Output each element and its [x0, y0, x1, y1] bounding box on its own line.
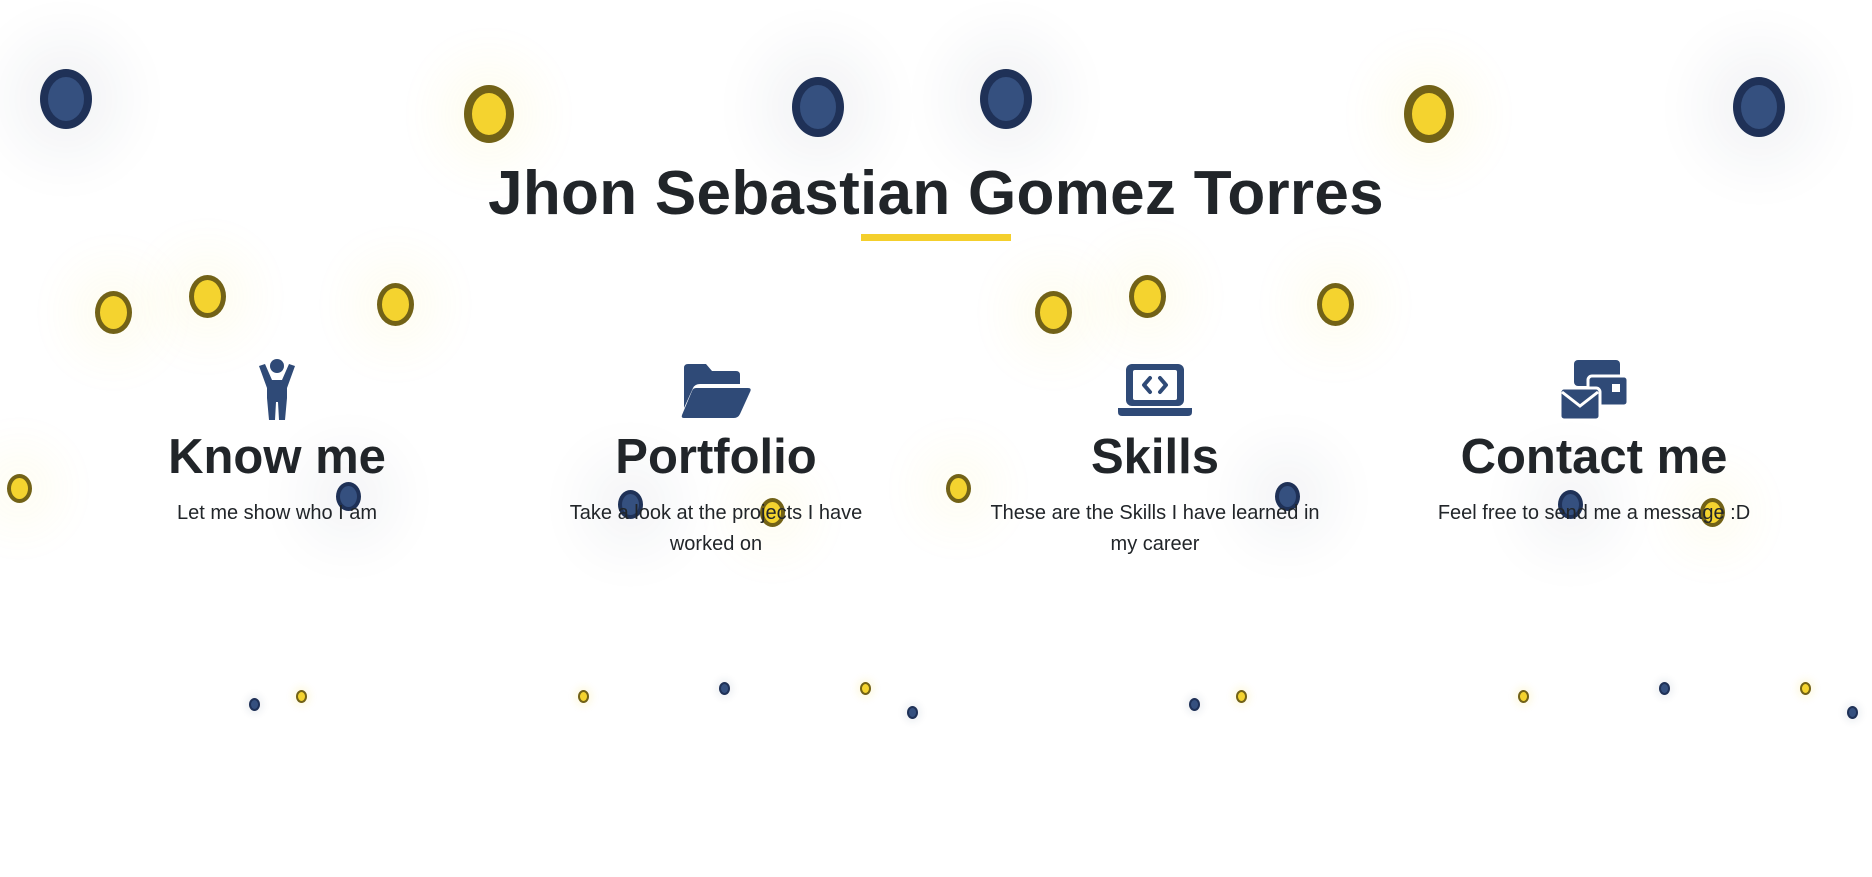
- decor-bubble: [249, 698, 260, 711]
- person-icon: [97, 358, 457, 422]
- decor-bubble: [860, 682, 871, 695]
- decor-bubble: [1189, 698, 1200, 711]
- decor-bubble: [189, 275, 226, 318]
- decor-bubble: [1733, 77, 1785, 137]
- page-title: Jhon Sebastian Gomez Torres: [488, 159, 1384, 228]
- decor-bubble: [578, 690, 589, 703]
- decor-bubble: [792, 77, 844, 137]
- decor-bubble: [1129, 275, 1166, 318]
- decor-bubble: [377, 283, 414, 326]
- section-title[interactable]: Portfolio: [536, 428, 896, 486]
- decor-bubble: [1847, 706, 1858, 719]
- decor-bubble: [1236, 690, 1247, 703]
- contact-envelope-icon: [1414, 358, 1774, 422]
- decor-bubble: [1800, 682, 1811, 695]
- decor-bubble: [7, 474, 32, 503]
- decor-bubble: [296, 690, 307, 703]
- title-underline: [861, 234, 1011, 241]
- decor-bubble: [1404, 85, 1454, 143]
- decor-bubble: [946, 474, 971, 503]
- section-know-me[interactable]: Know me Let me show who I am: [97, 358, 457, 529]
- section-title[interactable]: Skills: [975, 428, 1335, 486]
- decor-bubble: [95, 291, 132, 334]
- section-description: Take a look at the projects I have worke…: [569, 502, 863, 555]
- decor-bubble: [40, 69, 92, 129]
- decor-bubble: [1317, 283, 1354, 326]
- section-contact-me[interactable]: Contact me Feel free to send me a messag…: [1414, 358, 1774, 529]
- decor-bubble: [719, 682, 730, 695]
- section-portfolio[interactable]: Portfolio Take a look at the projects I …: [536, 358, 896, 560]
- section-description: Let me show who I am: [176, 502, 378, 524]
- decor-bubble: [1518, 690, 1529, 703]
- decor-bubble: [1035, 291, 1072, 334]
- decor-bubble: [1659, 682, 1670, 695]
- section-title[interactable]: Know me: [97, 428, 457, 486]
- section-description: Feel free to send me a message :D: [1437, 502, 1751, 524]
- decor-bubble: [980, 69, 1032, 129]
- decor-bubble: [464, 85, 514, 143]
- section-description: These are the Skills I have learned in m…: [990, 502, 1320, 555]
- folder-open-icon: [536, 358, 896, 422]
- section-title[interactable]: Contact me: [1414, 428, 1774, 486]
- laptop-code-icon: [975, 358, 1335, 422]
- section-skills[interactable]: Skills These are the Skills I have learn…: [975, 358, 1335, 560]
- page: Jhon Sebastian Gomez Torres Know me Let …: [0, 0, 1872, 877]
- decor-bubble: [907, 706, 918, 719]
